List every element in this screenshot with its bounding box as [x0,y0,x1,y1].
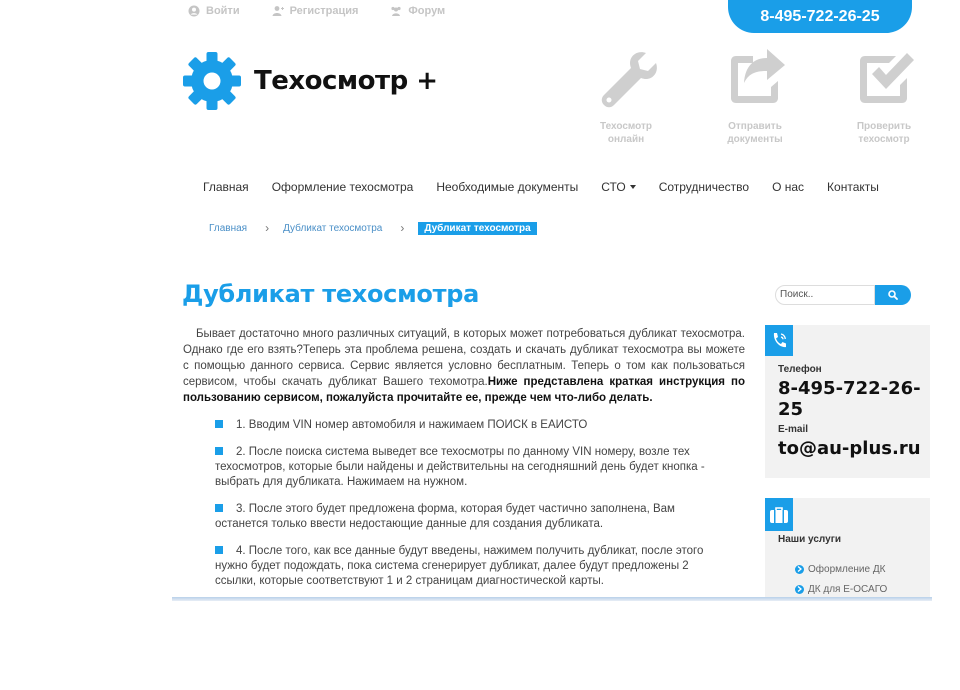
breadcrumb-section[interactable]: Дубликат техосмотра [283,223,382,234]
services-widget: Наши услуги Оформление ДК ДК для Е-ОСАГО [765,498,930,600]
top-links: Войти Регистрация Форум [188,5,477,17]
email-address[interactable]: to@au-plus.ru [778,438,930,459]
site-logo[interactable]: Техосмотр + [183,52,438,110]
list-item: 4. После того, как все данные будут введ… [215,544,720,589]
page-title: Дубликат техосмотра [182,280,479,308]
email-label: E-mail [778,424,809,435]
nav-sto-label: СТО [601,180,626,194]
services-title: Наши услуги [778,534,842,545]
forum-label: Форум [408,5,446,17]
checkbox-icon [852,47,916,111]
screen-edge [172,597,932,601]
list-item: 3. После этого будет предложена форма, к… [215,502,720,532]
feature-label-2b: документы [727,134,783,145]
caret-down-icon [629,185,636,189]
breadcrumb-current: Дубликат техосмотра [418,221,537,235]
nav-inspection[interactable]: Оформление техосмотра [272,180,414,194]
nav-sto[interactable]: СТО [601,180,636,194]
site-name: Техосмотр + [254,66,438,96]
service-label: ДК для Е-ОСАГО [808,583,888,595]
feature-label-1a: Техосмотр [599,121,653,132]
list-item: 2. После поиска система выведет все техо… [215,445,720,490]
feature-send-documents[interactable]: Отправить документы [705,47,805,146]
feature-check-inspection[interactable]: Проверить техосмотр [834,47,934,146]
phone-number[interactable]: 8-495-722-26-25 [778,378,930,420]
breadcrumb: Главная › Дубликат техосмотра › Дубликат… [209,221,537,235]
feature-online-inspection[interactable]: Техосмотр онлайн [576,47,676,146]
nav-cooperation[interactable]: Сотрудничество [659,180,749,194]
breadcrumb-separator: › [265,221,270,235]
search-icon [888,290,898,300]
phone-icon [765,325,793,356]
list-item: 1. Вводим VIN номер автомобиля и нажимае… [215,418,720,433]
feature-label-3a: Проверить [856,121,912,132]
breadcrumb-separator: › [400,221,405,235]
users-group-icon [390,5,402,17]
blank-area [0,600,960,690]
step-text: 1. Вводим VIN номер автомобиля и нажимае… [236,419,588,431]
wrench-icon [594,47,658,111]
user-circle-icon [188,5,200,17]
step-text: 2. После поиска система выведет все техо… [215,446,705,488]
nav-home[interactable]: Главная [203,180,249,194]
gear-icon [183,52,241,110]
phone-label: Телефон [778,364,822,375]
add-user-icon [272,5,284,17]
nav-documents[interactable]: Необходимые документы [436,180,578,194]
login-label: Войти [206,5,240,17]
briefcase-icon [765,498,793,531]
step-text: 4. После того, как все данные будут введ… [215,545,704,587]
feature-label-2a: Отправить [728,121,782,132]
chevron-right-icon [795,584,804,594]
service-item[interactable]: ДК для Е-ОСАГО [795,579,930,599]
square-bullet-icon [215,504,223,512]
square-bullet-icon [215,420,223,428]
contacts-widget: Телефон 8-495-722-26-25 E-mail to@au-plu… [765,325,930,478]
forum-link[interactable]: Форум [390,5,445,17]
breadcrumb-home[interactable]: Главная [209,223,247,234]
intro-paragraph: Бывает достаточно много различных ситуац… [183,326,745,406]
square-bullet-icon [215,447,223,455]
search-form: Поиск.. [775,285,911,305]
share-icon [723,47,787,111]
register-link[interactable]: Регистрация [272,5,359,17]
search-input[interactable]: Поиск.. [775,285,875,305]
instruction-steps: 1. Вводим VIN номер автомобиля и нажимае… [215,418,720,601]
square-bullet-icon [215,546,223,554]
register-label: Регистрация [289,5,359,17]
search-button[interactable] [875,285,911,305]
nav-contacts[interactable]: Контакты [827,180,879,194]
phone-banner[interactable]: 8-495-722-26-25 [728,0,912,33]
main-nav: Главная Оформление техосмотра Необходимы… [203,180,902,194]
service-label: Оформление ДК [808,563,886,575]
feature-label-1b: онлайн [607,134,645,145]
login-link[interactable]: Войти [188,5,240,17]
chevron-right-icon [795,564,804,574]
feature-label-3b: техосмотр [858,134,910,145]
service-item[interactable]: Оформление ДК [795,559,930,579]
step-text: 3. После этого будет предложена форма, к… [215,503,675,530]
nav-about[interactable]: О нас [772,180,804,194]
